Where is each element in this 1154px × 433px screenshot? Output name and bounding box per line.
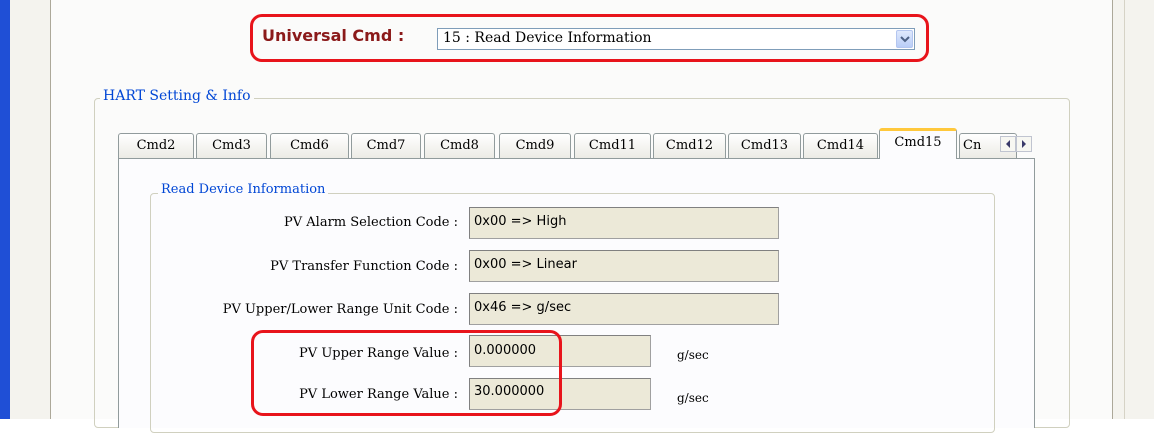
read-device-info-title: Read Device Information <box>158 182 329 197</box>
window-left-edge <box>0 0 10 419</box>
hart-settings-title: HART Setting & Info <box>100 88 254 104</box>
window-left-margin <box>10 0 50 419</box>
pv-range-unit-code-value: 0x46 => g/sec <box>474 300 572 315</box>
tab-scroll-right-button[interactable] <box>1016 136 1032 152</box>
tab-cmd3[interactable]: Cmd3 <box>196 133 267 158</box>
window-right-margin <box>1113 0 1154 419</box>
arrow-right-icon <box>1022 140 1026 148</box>
pv-upper-range-unit: g/sec <box>677 348 709 362</box>
tab-scroll-left-button[interactable] <box>1000 136 1016 152</box>
pv-lower-range-unit: g/sec <box>677 391 709 405</box>
tab-cmd7[interactable]: Cmd7 <box>351 133 421 158</box>
pv-alarm-selection-code-label: PV Alarm Selection Code : <box>284 215 458 230</box>
pv-transfer-function-code-value: 0x00 => Linear <box>474 257 577 272</box>
universal-cmd-selected-value: 15 : Read Device Information <box>443 30 652 46</box>
tab-cmd2[interactable]: Cmd2 <box>118 133 194 158</box>
range-values-highlight <box>251 330 562 416</box>
tab-cmd9[interactable]: Cmd9 <box>499 133 571 158</box>
chevron-down-icon <box>900 36 910 43</box>
tab-cmd8[interactable]: Cmd8 <box>424 133 495 158</box>
tab-cmd11[interactable]: Cmd11 <box>574 133 651 158</box>
arrow-left-icon <box>1006 140 1010 148</box>
window-right-divider <box>1124 0 1125 419</box>
tab-cmd14[interactable]: Cmd14 <box>803 133 878 158</box>
pv-transfer-function-code-label: PV Transfer Function Code : <box>270 259 458 274</box>
tab-cmd13[interactable]: Cmd13 <box>728 133 801 158</box>
tab-cmd15[interactable]: Cmd15 <box>879 128 957 159</box>
pv-alarm-selection-code-value: 0x00 => High <box>474 214 567 229</box>
tab-cmd6[interactable]: Cmd6 <box>270 133 349 158</box>
dropdown-button[interactable] <box>896 30 913 48</box>
universal-cmd-label: Universal Cmd : <box>262 26 405 45</box>
tab-cmd12[interactable]: Cmd12 <box>653 133 726 158</box>
pv-range-unit-code-label: PV Upper/Lower Range Unit Code : <box>222 302 458 317</box>
